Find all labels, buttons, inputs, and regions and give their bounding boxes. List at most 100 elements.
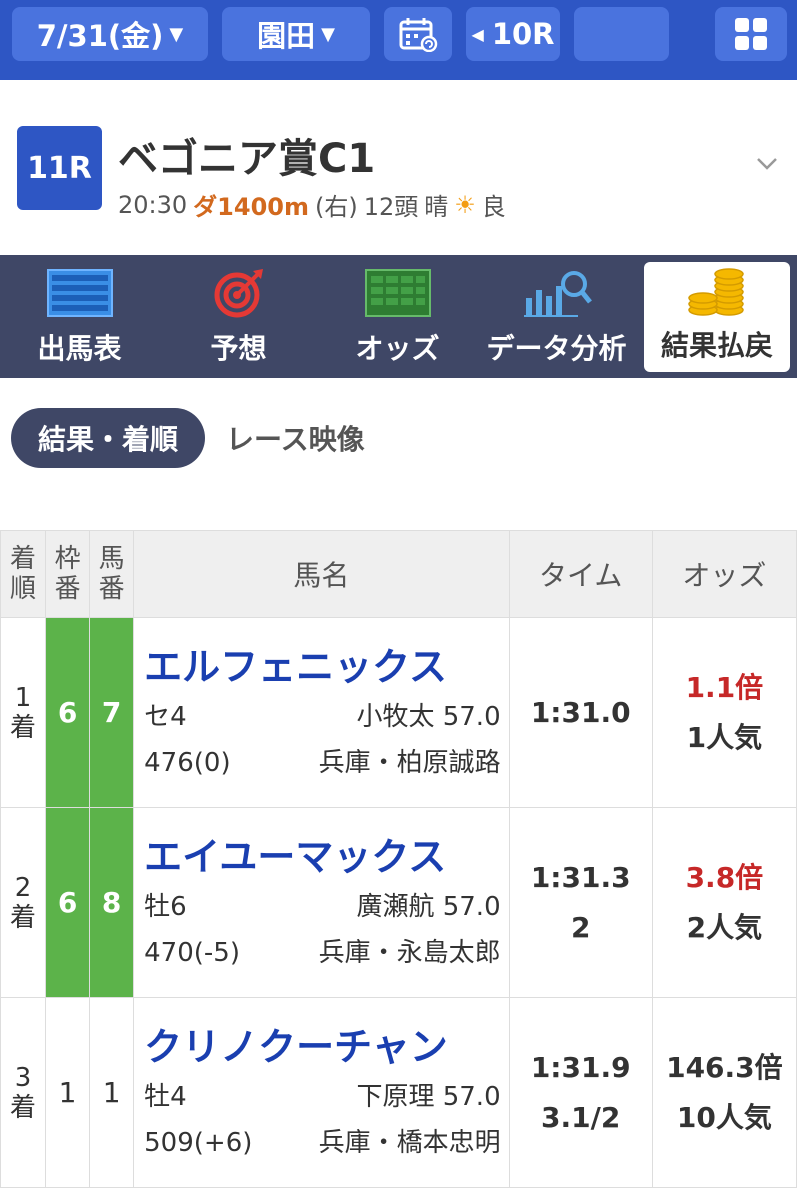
finish-time: 1:31.0 — [530, 695, 631, 729]
finish-time: 1:31.3 — [530, 860, 631, 894]
menu-results-payout-label: 結果払戻 — [660, 329, 773, 362]
header-waku-label: 枠番 — [54, 544, 81, 604]
rank-cell: 1着 — [0, 617, 47, 808]
table-row[interactable]: 2着 6 8 エイユーマックス 牡6 廣瀬航 57.0 470(-5) 兵庫・永… — [0, 807, 797, 998]
header-odds: オッズ — [651, 530, 797, 618]
menu-results-payout[interactable]: 結果払戻 — [644, 262, 790, 372]
body-weight: 470(-5) — [144, 937, 240, 968]
jockey-weight: 小牧太 57.0 — [356, 701, 501, 732]
odds-cell: 3.8倍 2人気 — [651, 807, 797, 998]
chevron-down-icon[interactable] — [752, 148, 782, 178]
rank-cell: 2着 — [0, 807, 47, 998]
previous-race-label: 10R — [491, 17, 555, 51]
waku-number: 6 — [45, 617, 91, 808]
win-odds: 3.8倍 — [685, 860, 764, 894]
body-weight: 476(0) — [144, 747, 231, 778]
menu-data-analysis-label: データ分析 — [486, 332, 627, 365]
popularity: 1人気 — [686, 720, 763, 754]
race-course: ダ1400m — [193, 193, 309, 221]
rank-label: 2着 — [10, 872, 37, 933]
waku-number: 1 — [45, 997, 91, 1188]
win-odds: 146.3倍 — [666, 1050, 783, 1084]
race-number-badge: 11R — [17, 126, 102, 210]
rank-label: 3着 — [10, 1062, 37, 1123]
margin: 3.1/2 — [541, 1100, 621, 1134]
menu-race-card-label: 出馬表 — [37, 332, 122, 365]
menu-prediction[interactable]: 予想 — [159, 255, 318, 378]
sun-icon: ☀ — [454, 190, 476, 219]
tab-results-order[interactable]: 結果・着順 — [11, 408, 205, 468]
horse-info-cell: クリノクーチャン 牡4 下原理 57.0 509(+6) 兵庫・橋本忠明 — [133, 997, 510, 1188]
sex-age: セ4 — [144, 701, 187, 732]
trainer: 兵庫・橋本忠明 — [318, 1127, 501, 1158]
time-cell: 1:31.3 2 — [508, 807, 653, 998]
menu-race-card[interactable]: 出馬表 — [0, 255, 159, 378]
horse-info-cell: エルフェニックス セ4 小牧太 57.0 476(0) 兵庫・柏原誠路 — [133, 617, 510, 808]
time-cell: 1:31.9 3.1/2 — [508, 997, 653, 1188]
menu-data-analysis[interactable]: データ分析 — [477, 255, 636, 378]
time-cell: 1:31.0 — [508, 617, 653, 808]
finish-time: 1:31.9 — [530, 1050, 631, 1084]
calendar-button[interactable] — [384, 7, 452, 61]
horse-name-link[interactable]: クリノクーチャン — [144, 1020, 500, 1074]
sex-age: 牡4 — [144, 1081, 187, 1112]
caret-left-icon: ◀ — [471, 24, 484, 44]
race-title: ベゴニア賞C1 — [118, 136, 376, 182]
target-icon — [214, 269, 263, 318]
header-horse-name: 馬名 — [133, 530, 510, 618]
race-info: 20:30 ダ1400m (右) 12頭 晴 ☀ 良 — [118, 187, 506, 222]
jockey-weight: 廣瀬航 57.0 — [356, 891, 501, 922]
previous-race-button[interactable]: ◀ 10R — [466, 7, 560, 61]
popularity: 10人気 — [676, 1100, 772, 1134]
chevron-down-icon: ▼ — [321, 23, 335, 45]
grid-menu-icon — [735, 18, 767, 50]
table-row[interactable]: 1着 6 7 エルフェニックス セ4 小牧太 57.0 476(0) 兵庫・柏原… — [0, 617, 797, 808]
coins-icon — [688, 268, 744, 316]
date-selector[interactable]: 7/31(金) ▼ — [12, 7, 208, 61]
table-row[interactable]: 3着 1 1 クリノクーチャン 牡4 下原理 57.0 509(+6) 兵庫・橋… — [0, 997, 797, 1188]
trainer: 兵庫・永島太郎 — [318, 937, 501, 968]
odds-table-icon — [364, 269, 431, 317]
chevron-down-icon: ▼ — [169, 23, 184, 45]
horse-name-link[interactable]: エイユーマックス — [144, 830, 500, 884]
menu-odds[interactable]: オッズ — [318, 255, 477, 378]
menu-prediction-label: 予想 — [210, 332, 267, 365]
popularity: 2人気 — [686, 910, 763, 944]
header-waku: 枠番 — [45, 530, 91, 618]
horse-number: 1 — [89, 997, 135, 1188]
horse-number: 7 — [89, 617, 135, 808]
top-navigation-bar: 7/31(金) ▼ 園田 ▼ ◀ 10R — [0, 0, 797, 80]
venue-selector[interactable]: 園田 ▼ — [222, 7, 370, 61]
header-uma-label: 馬番 — [98, 544, 125, 604]
header-rank-label: 着順 — [10, 544, 37, 604]
win-odds: 1.1倍 — [685, 670, 764, 704]
venue-label: 園田 — [257, 19, 316, 53]
sex-age: 牡6 — [144, 891, 187, 922]
menu-odds-label: オッズ — [355, 332, 440, 365]
race-card-icon — [46, 269, 113, 317]
race-direction: (右) — [314, 193, 358, 221]
next-race-button[interactable] — [574, 7, 669, 61]
header-uma: 馬番 — [89, 530, 135, 618]
race-menu-bar: 出馬表 予想 オッズ データ分析 結果払戻 — [0, 255, 797, 378]
odds-cell: 146.3倍 10人気 — [651, 997, 797, 1188]
table-header-row: 着順 枠番 馬番 馬名 タイム オッズ — [0, 530, 797, 618]
horse-info-cell: エイユーマックス 牡6 廣瀬航 57.0 470(-5) 兵庫・永島太郎 — [133, 807, 510, 998]
horse-number: 8 — [89, 807, 135, 998]
horse-name-link[interactable]: エルフェニックス — [144, 640, 500, 694]
header-time: タイム — [508, 530, 653, 618]
results-table: 着順 枠番 馬番 馬名 タイム オッズ 1着 6 7 エルフェニックス セ4 小… — [0, 530, 797, 1188]
rank-label: 1着 — [10, 682, 37, 743]
race-time: 20:30 — [118, 190, 188, 219]
calendar-icon — [399, 18, 438, 52]
margin: 2 — [570, 910, 591, 944]
chart-search-icon — [523, 271, 592, 317]
race-runners: 12頭 — [363, 193, 419, 221]
grid-menu-button[interactable] — [715, 7, 787, 61]
tab-race-video[interactable]: レース映像 — [226, 418, 365, 458]
odds-cell: 1.1倍 1人気 — [651, 617, 797, 808]
rank-cell: 3着 — [0, 997, 47, 1188]
race-weather: 晴 — [424, 193, 449, 221]
header-rank: 着順 — [0, 530, 47, 618]
body-weight: 509(+6) — [144, 1127, 253, 1158]
